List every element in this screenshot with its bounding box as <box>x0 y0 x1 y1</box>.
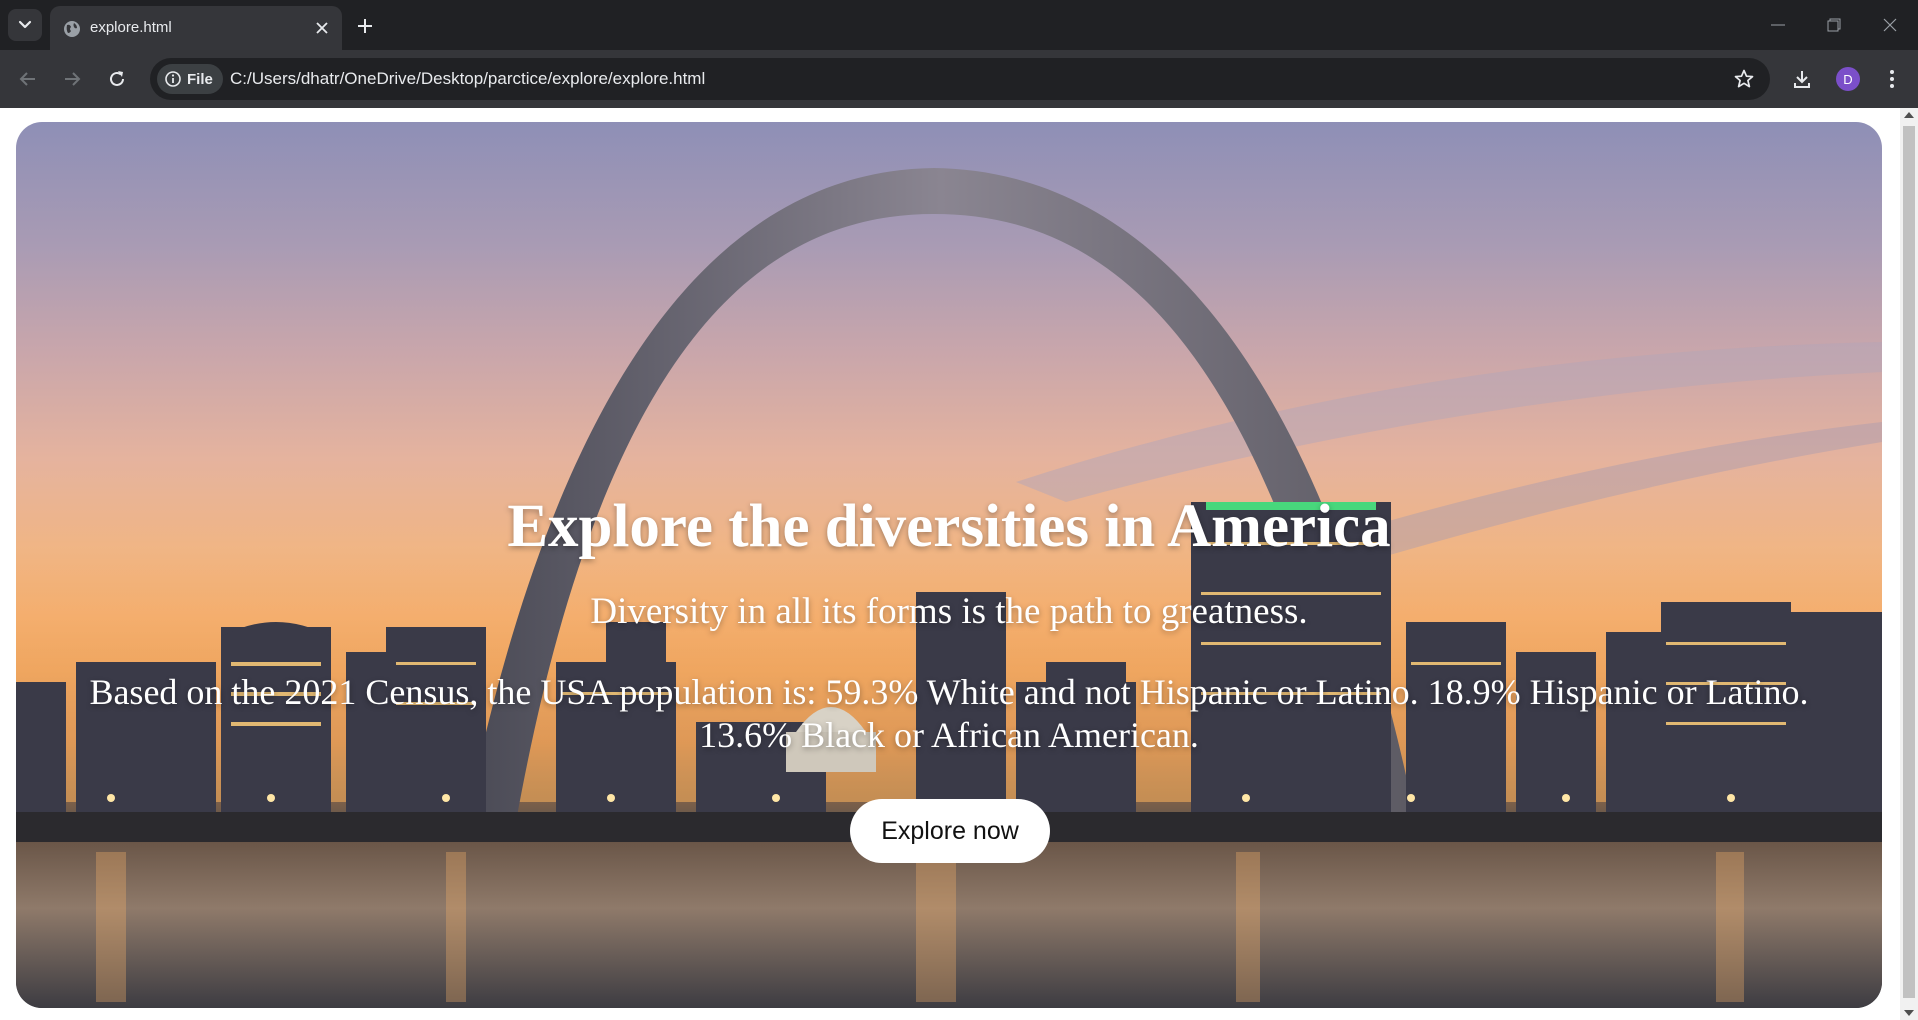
hero-headline: Explore the diversities in America <box>507 493 1391 560</box>
hero-content: Explore the diversities in America Diver… <box>16 122 1882 1008</box>
window-close-button[interactable] <box>1870 10 1910 40</box>
tab-search-button[interactable] <box>8 9 42 41</box>
plus-icon <box>358 19 372 33</box>
forward-button[interactable] <box>56 63 88 95</box>
star-icon <box>1734 69 1754 88</box>
page-scrollbar[interactable] <box>1900 108 1918 1020</box>
kebab-menu-icon <box>1890 70 1894 88</box>
window-close-icon <box>1883 18 1897 32</box>
site-info-label: File <box>187 70 213 88</box>
globe-icon <box>64 21 80 37</box>
tab-close-button[interactable] <box>312 18 332 38</box>
info-icon <box>165 71 181 87</box>
restore-button[interactable] <box>1814 10 1854 40</box>
site-info-chip[interactable]: File <box>157 64 223 94</box>
minimize-icon <box>1771 24 1785 26</box>
address-bar[interactable]: File C:/Users/dhatr/OneDrive/Desktop/par… <box>150 58 1770 100</box>
browser-tab[interactable]: explore.html <box>50 6 342 50</box>
profile-avatar[interactable]: D <box>1836 67 1860 91</box>
reload-icon <box>110 71 124 86</box>
population-stats: Based on the 2021 Census, the USA popula… <box>89 672 1809 755</box>
explore-now-button[interactable]: Explore now <box>850 799 1050 863</box>
back-icon <box>19 72 35 86</box>
downloads-button[interactable] <box>1788 65 1816 93</box>
hero-banner: Explore the diversities in America Diver… <box>16 122 1882 1008</box>
close-icon <box>316 22 328 34</box>
minimize-button[interactable] <box>1758 10 1798 40</box>
page-viewport: Explore the diversities in America Diver… <box>0 108 1900 1020</box>
url-text[interactable]: C:/Users/dhatr/OneDrive/Desktop/parctice… <box>230 69 705 89</box>
restore-icon <box>1827 18 1841 32</box>
new-tab-button[interactable] <box>352 13 378 39</box>
tab-strip: explore.html <box>0 0 1918 50</box>
scrollbar-thumb[interactable] <box>1903 126 1915 998</box>
back-button[interactable] <box>12 63 44 95</box>
hero-tagline: Diversity in all its forms is the path t… <box>590 591 1308 632</box>
reload-button[interactable] <box>101 63 133 95</box>
bookmark-button[interactable] <box>1732 67 1756 91</box>
scroll-down-arrow-icon[interactable] <box>1904 1010 1914 1016</box>
tab-search-icon <box>18 20 32 29</box>
tab-title: explore.html <box>90 19 172 36</box>
browser-menu-button[interactable] <box>1878 65 1906 93</box>
forward-icon <box>65 72 81 86</box>
scroll-up-arrow-icon[interactable] <box>1904 112 1914 118</box>
browser-toolbar: File C:/Users/dhatr/OneDrive/Desktop/par… <box>0 50 1918 108</box>
download-icon <box>1794 71 1810 88</box>
